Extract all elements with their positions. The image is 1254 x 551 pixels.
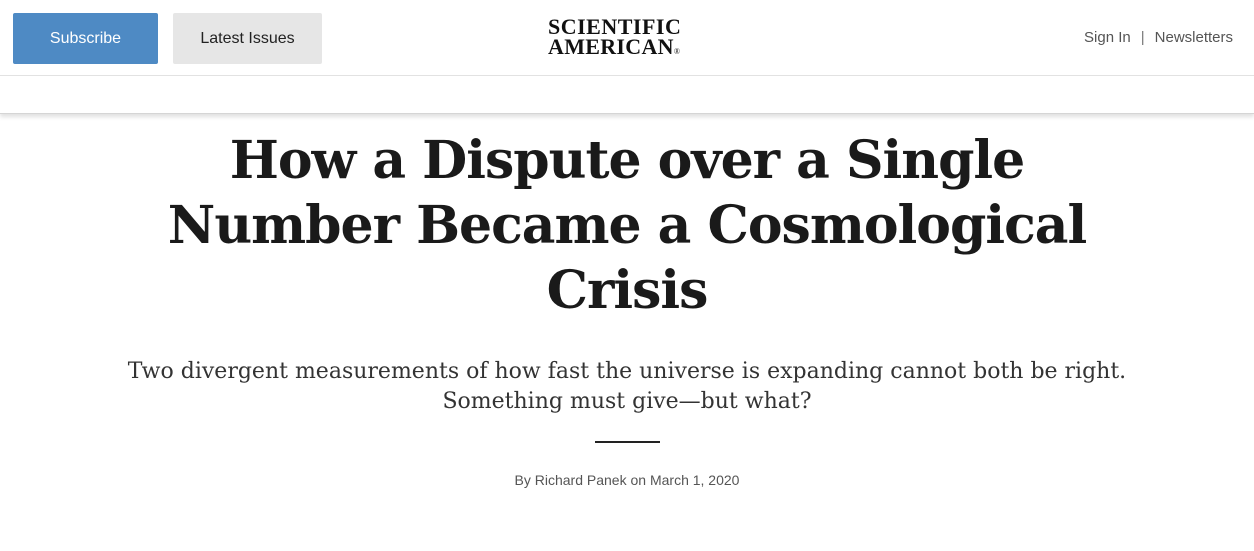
- sign-in-link[interactable]: Sign In: [1084, 29, 1131, 46]
- account-links: Sign In | Newsletters: [1084, 29, 1233, 46]
- top-navigation-bar: Subscribe Latest Issues SCIENTIFIC AMERI…: [0, 0, 1254, 76]
- byline-prefix: By: [514, 472, 531, 488]
- registered-mark: ®: [673, 47, 681, 56]
- author-link[interactable]: Richard Panek: [535, 472, 627, 488]
- logo-line-2: AMERICAN®: [548, 34, 708, 62]
- link-separator: |: [1140, 29, 1145, 46]
- byline: By Richard Panek on March 1, 2020: [0, 472, 1254, 488]
- newsletters-link[interactable]: Newsletters: [1155, 29, 1233, 46]
- article-headline: How a Dispute over a Single Number Becam…: [167, 130, 1087, 321]
- logo-line-2-text: AMERICAN: [548, 34, 674, 59]
- subscribe-button[interactable]: Subscribe: [13, 13, 158, 64]
- secondary-nav-bar: [0, 76, 1254, 114]
- divider-rule: [594, 441, 660, 443]
- article-header: How a Dispute over a Single Number Becam…: [0, 128, 1254, 488]
- latest-issues-button[interactable]: Latest Issues: [173, 13, 322, 64]
- publish-date: March 1, 2020: [649, 472, 740, 488]
- site-logo[interactable]: SCIENTIFIC AMERICAN®: [548, 16, 708, 62]
- date-prefix: on: [630, 472, 647, 488]
- article-dek: Two divergent measurements of how fast t…: [127, 359, 1127, 414]
